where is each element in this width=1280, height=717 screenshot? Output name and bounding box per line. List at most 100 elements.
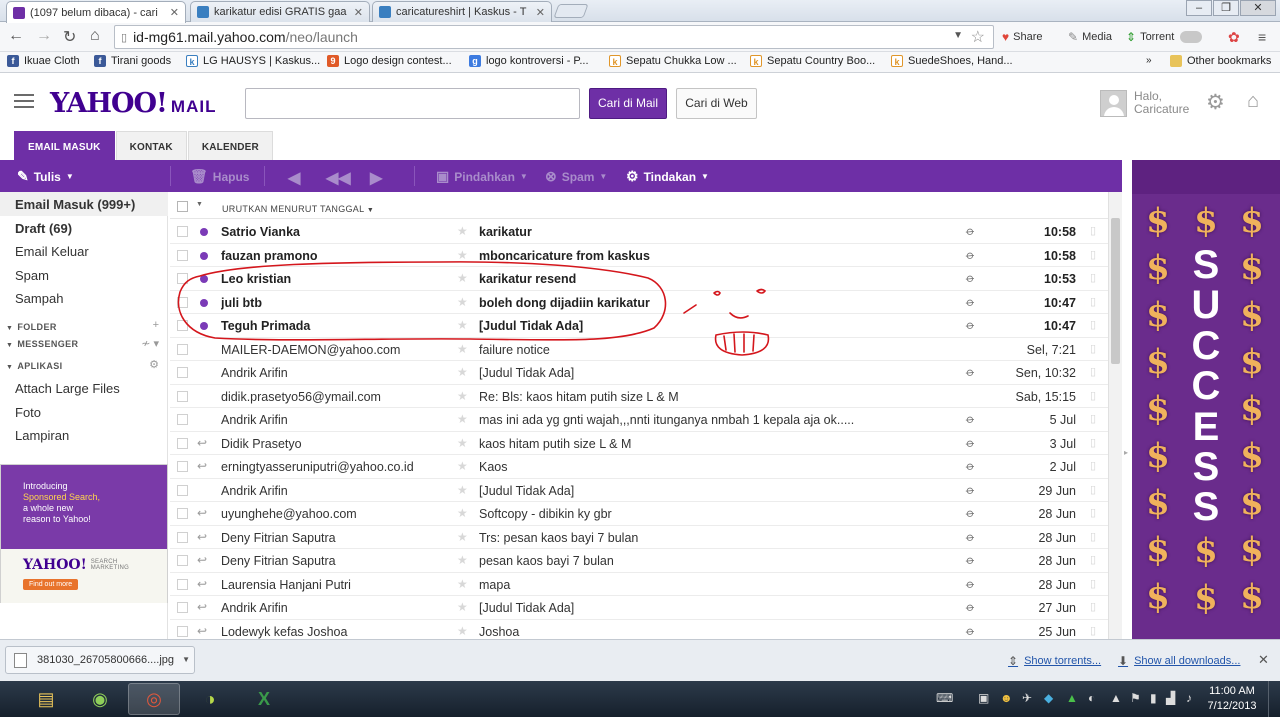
- hamburger-menu-icon[interactable]: [14, 94, 34, 108]
- system-clock[interactable]: 11:00 AM 7/12/2013: [1206, 684, 1258, 714]
- star-icon[interactable]: ★: [457, 436, 468, 450]
- table-row[interactable]: ↩ Andrik Arifin ★ [Judul Tidak Ada] ⌀ 27 Jun ▯: [170, 596, 1108, 620]
- star-icon[interactable]: ★: [457, 577, 468, 591]
- sidebar-item-trash[interactable]: Sampah: [15, 291, 63, 306]
- row-checkbox[interactable]: [177, 461, 188, 472]
- address-bar[interactable]: ▯ id-mg61.mail.yahoo.com/neo/launch ▼ ☆: [114, 25, 994, 49]
- gear-icon[interactable]: ⚙: [1206, 90, 1225, 115]
- select-all-checkbox[interactable]: [177, 201, 188, 212]
- wrench-menu-icon[interactable]: ≡: [1258, 29, 1266, 45]
- sidebar-item-spam[interactable]: Spam: [15, 268, 49, 283]
- back-arrow-icon[interactable]: ←: [8, 27, 24, 45]
- bookmark-star-icon[interactable]: ☆: [971, 27, 985, 47]
- table-row[interactable]: Satrio Vianka ★ karikatur ⌀ 10:58 ▯: [170, 220, 1108, 244]
- new-tab-button[interactable]: [553, 4, 589, 18]
- tab-inbox[interactable]: EMAIL MASUK: [14, 131, 115, 160]
- row-checkbox[interactable]: [177, 602, 188, 613]
- close-tab-icon[interactable]: ✕: [354, 6, 363, 19]
- table-row[interactable]: Andrik Arifin ★ [Judul Tidak Ada] ⌀ Sen, 10:…: [170, 361, 1108, 385]
- forward-button[interactable]: ▶: [370, 168, 382, 188]
- trash-icon[interactable]: ▯: [1090, 436, 1096, 449]
- bookmark-item[interactable]: k SuedeShoes, Hand...: [891, 55, 1013, 67]
- table-row[interactable]: ↩ Laurensia Hanjani Putri ★ mapa ⌀ 28 Jun ▯: [170, 573, 1108, 596]
- table-row[interactable]: juli btb ★ boleh dong dijadiin karikatur ⌀ 1…: [170, 291, 1108, 314]
- browser-tab-caricatureshirt[interactable]: caricatureshirt | Kaskus - T ✕: [372, 1, 552, 22]
- excel-icon[interactable]: X: [238, 683, 290, 715]
- folder-section-toggle[interactable]: ▼ FOLDER: [6, 322, 57, 332]
- trash-icon[interactable]: ▯: [1090, 271, 1096, 284]
- row-checkbox[interactable]: [177, 578, 188, 590]
- sidebar-item-drafts[interactable]: Draft (69): [15, 221, 72, 236]
- trash-icon[interactable]: ▯: [1090, 248, 1096, 261]
- table-row[interactable]: ↩ Lodewyk kefas Joshoa ★ Joshoa ⌀ 25 Jun ▯: [170, 620, 1108, 640]
- trash-icon[interactable]: ▯: [1090, 224, 1096, 237]
- row-checkbox[interactable]: [177, 367, 188, 378]
- forward-arrow-icon[interactable]: →: [36, 27, 52, 45]
- sort-by-date[interactable]: URUTKAN MENURUT TANGGAL ▼: [222, 204, 374, 214]
- star-icon[interactable]: ★: [457, 530, 468, 544]
- trash-icon[interactable]: ▯: [1090, 506, 1096, 519]
- chevron-down-icon[interactable]: ▼: [182, 655, 190, 664]
- star-icon[interactable]: ★: [457, 600, 468, 614]
- star-icon[interactable]: ★: [457, 506, 468, 520]
- trash-icon[interactable]: ▯: [1090, 412, 1096, 425]
- star-icon[interactable]: ★: [457, 389, 468, 403]
- unread-dot-icon[interactable]: [200, 228, 208, 236]
- row-checkbox[interactable]: [177, 531, 188, 543]
- move-button[interactable]: ▣ Pindahkan ▼: [436, 168, 528, 185]
- compose-button[interactable]: ✎ Tulis ▼: [17, 168, 74, 185]
- browser-tab-yahoo-mail[interactable]: (1097 belum dibaca) - cari ✕: [6, 1, 186, 23]
- home-icon[interactable]: ⌂: [1247, 90, 1259, 113]
- search-web-button[interactable]: Cari di Web: [676, 88, 757, 119]
- avatar[interactable]: [1100, 90, 1127, 117]
- tray-icon[interactable]: ☻: [1000, 691, 1013, 705]
- spam-button[interactable]: ⊗ Spam ▼: [545, 168, 607, 185]
- bookmark-item[interactable]: k Sepatu Country Boo...: [750, 55, 875, 67]
- trash-icon[interactable]: ▯: [1090, 530, 1096, 543]
- table-row[interactable]: ↩ Didik Prasetyo ★ kaos hitam putih size L …: [170, 432, 1108, 455]
- unread-dot-icon[interactable]: [200, 298, 208, 307]
- user-greeting[interactable]: Halo, Caricature: [1134, 90, 1189, 116]
- show-torrents-link[interactable]: ⇕ Show torrents...: [1008, 654, 1101, 668]
- star-icon[interactable]: ★: [457, 624, 468, 638]
- chevron-right-icon[interactable]: »: [1146, 55, 1152, 66]
- sponsored-search-ad[interactable]: Introducing Sponsored Search, a whole ne…: [0, 464, 168, 603]
- unread-dot-icon[interactable]: [200, 275, 208, 283]
- table-row[interactable]: ↩ uyunghehe@yahoo.com ★ Softcopy - dibikin …: [170, 502, 1108, 526]
- sidebar-item-sent[interactable]: Email Keluar: [15, 244, 89, 259]
- chrome-icon[interactable]: ◎: [128, 683, 180, 715]
- chevron-right-icon[interactable]: ▸: [1124, 448, 1128, 457]
- toggle-icon[interactable]: [1180, 31, 1203, 43]
- bookmark-item[interactable]: g logo kontroversi - P...: [469, 55, 589, 67]
- show-desktop-button[interactable]: [1268, 681, 1280, 717]
- trash-icon[interactable]: ▯: [1090, 483, 1096, 496]
- close-tab-icon[interactable]: ✕: [536, 6, 545, 19]
- star-icon[interactable]: ★: [457, 248, 468, 262]
- keyboard-icon[interactable]: ⌨: [936, 691, 953, 705]
- star-icon[interactable]: ★: [457, 224, 468, 238]
- trash-icon[interactable]: ▯: [1090, 295, 1096, 308]
- close-icon[interactable]: ✕: [1258, 652, 1269, 668]
- trash-icon[interactable]: ▯: [1090, 342, 1096, 355]
- home-icon[interactable]: ⌂: [90, 27, 100, 45]
- table-row[interactable]: MAILER-DAEMON@yahoo.com ★ failure notice Se…: [170, 338, 1108, 361]
- explorer-icon[interactable]: ▤: [20, 683, 72, 715]
- sidebar-item-inbox[interactable]: Email Masuk (999+): [15, 197, 135, 212]
- row-checkbox[interactable]: [177, 273, 188, 284]
- trash-icon[interactable]: ▯: [1090, 577, 1096, 590]
- table-row[interactable]: Leo kristian ★ karikatur resend ⌀ 10:53 ▯: [170, 267, 1108, 291]
- tray-icon[interactable]: ◆: [1044, 691, 1053, 705]
- delete-button[interactable]: 🗑︎ Hapus: [190, 168, 249, 185]
- star-icon[interactable]: ★: [457, 271, 468, 285]
- star-icon[interactable]: ★: [457, 295, 468, 309]
- reply-button[interactable]: ◀: [288, 168, 300, 188]
- signal-icon[interactable]: ▟: [1166, 691, 1175, 705]
- show-hidden-icons[interactable]: ▲: [1110, 691, 1122, 705]
- bookmark-item[interactable]: k LG HAUSYS | Kaskus...: [186, 55, 320, 67]
- bookmark-item[interactable]: f Tirani goods: [94, 55, 171, 67]
- chevron-down-icon[interactable]: ▼: [953, 30, 963, 41]
- row-checkbox[interactable]: [177, 508, 188, 519]
- row-checkbox[interactable]: [177, 390, 188, 402]
- tray-icon[interactable]: ▣: [978, 691, 989, 705]
- maximize-button[interactable]: ❐: [1213, 0, 1239, 16]
